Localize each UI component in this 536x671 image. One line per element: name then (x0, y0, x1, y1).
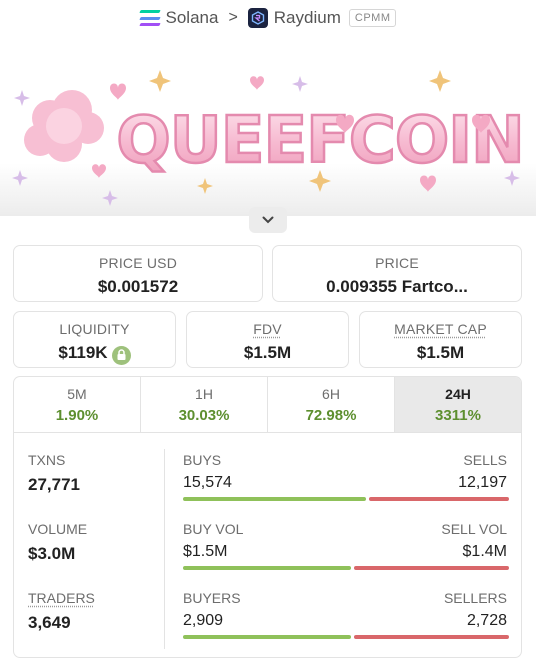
banner-title: QUEEFCOIN (116, 104, 523, 178)
buys-sells-bar (183, 497, 509, 501)
tab-5m-change: 1.90% (55, 407, 99, 424)
sells-label: SELLS (463, 452, 507, 468)
sellers-bar-fill (353, 635, 509, 639)
lock-icon[interactable] (111, 345, 131, 365)
sell-vol-bar-fill (353, 566, 509, 570)
buy-vol-label: BUY VOL (183, 521, 244, 537)
tab-6h-label: 6H (322, 386, 340, 402)
chain-name: Solana (165, 8, 219, 27)
price-native-label: PRICE (375, 255, 419, 271)
traders-bar (183, 635, 509, 639)
liquidity-value: $119K (58, 343, 108, 362)
tab-6h-change: 72.98% (305, 407, 357, 424)
banner-artwork: QUEEFCOIN (12, 70, 526, 206)
liquidity-card: LIQUIDITY $119K (13, 311, 176, 368)
tab-1h-change: 30.03% (178, 407, 230, 424)
buys-bar-fill (183, 497, 366, 501)
token-banner: QUEEFCOIN (0, 40, 536, 216)
traders-label[interactable]: TRADERS (28, 590, 95, 606)
tab-24h[interactable]: 24H 3311% (395, 377, 521, 432)
chevron-down-icon (262, 216, 274, 224)
breadcrumb-dex[interactable]: Raydium (247, 8, 341, 28)
market-cap-card: MARKET CAP $1.5M (359, 311, 522, 368)
solana-icon (138, 10, 161, 26)
price-usd-value: $0.001572 (97, 277, 179, 296)
cloud-icon (24, 90, 104, 162)
txns-value: 27,771 (28, 475, 80, 494)
chevron-right-icon: > (228, 9, 238, 26)
volume-value: $3.0M (28, 544, 76, 563)
buyers-label: BUYERS (183, 590, 241, 606)
txns-label: TXNS (28, 452, 66, 468)
volume-bar (183, 566, 509, 570)
buyers-bar-fill (183, 635, 351, 639)
tab-24h-label: 24H (445, 386, 471, 402)
fdv-value: $1.5M (243, 343, 292, 362)
buy-vol-value: $1.5M (183, 543, 228, 560)
stats-panel: TXNS 27,771 VOLUME $3.0M TRADERS 3,649 B… (13, 432, 522, 658)
tab-6h[interactable]: 6H 72.98% (268, 377, 395, 432)
sells-bar-fill (368, 497, 509, 501)
dex-name: Raydium (273, 8, 341, 27)
breadcrumb-chain[interactable]: Solana (138, 8, 219, 28)
market-cap-value: $1.5M (416, 343, 465, 362)
liquidity-label: LIQUIDITY (59, 321, 130, 337)
buys-value: 15,574 (183, 474, 232, 491)
price-native-value: 0.009355 Fartco... (326, 277, 468, 296)
sell-vol-value: $1.4M (462, 543, 507, 560)
sells-value: 12,197 (458, 474, 507, 491)
buyers-value: 2,909 (183, 612, 224, 629)
tab-5m-label: 5M (67, 386, 87, 402)
sellers-label: SELLERS (443, 590, 507, 606)
tab-1h-label: 1H (195, 386, 213, 402)
price-usd-card: PRICE USD $0.001572 (13, 245, 263, 302)
price-native-card: PRICE 0.009355 Fartco... (272, 245, 522, 302)
fdv-label[interactable]: FDV (187, 321, 348, 337)
pool-type-badge: CPMM (348, 9, 397, 27)
traders-value: 3,649 (28, 613, 71, 632)
market-cap-label[interactable]: MARKET CAP (360, 321, 521, 337)
buy-vol-bar-fill (183, 566, 351, 570)
stats-divider (164, 449, 165, 649)
fdv-card: FDV $1.5M (186, 311, 349, 368)
tab-24h-change: 3311% (435, 407, 481, 424)
breadcrumb: Solana > Raydium CPMM (0, 0, 536, 36)
sellers-value: 2,728 (466, 612, 507, 629)
price-usd-label: PRICE USD (98, 255, 178, 271)
expand-banner-button[interactable] (249, 207, 287, 233)
timeframe-tabs: 5M 1.90% 1H 30.03% 6H 72.98% 24H 3311% (13, 376, 522, 432)
buys-label: BUYS (183, 452, 222, 468)
raydium-icon (247, 8, 268, 28)
volume-label: VOLUME (28, 521, 88, 537)
sell-vol-label: SELL VOL (441, 521, 507, 537)
tab-5m[interactable]: 5M 1.90% (14, 377, 141, 432)
tab-1h[interactable]: 1H 30.03% (141, 377, 268, 432)
